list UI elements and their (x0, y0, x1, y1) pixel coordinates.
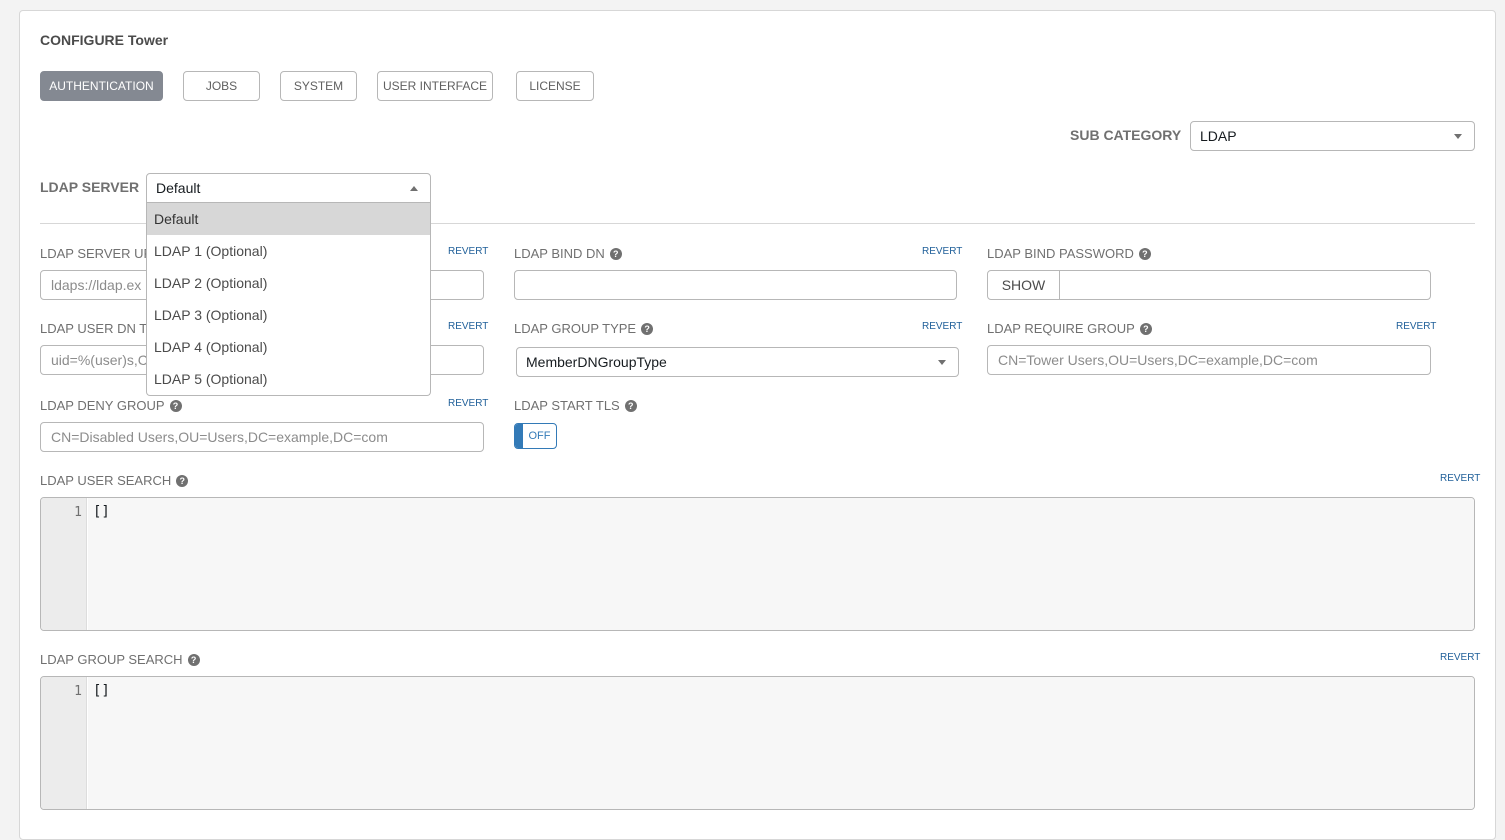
page-title: CONFIGURE Tower (40, 32, 169, 48)
help-icon[interactable]: ? (609, 247, 622, 260)
dropdown-option-ldap-4[interactable]: LDAP 4 (Optional) (147, 331, 430, 363)
dropdown-option-ldap-5[interactable]: LDAP 5 (Optional) (147, 363, 430, 395)
group-type-label: LDAP GROUP TYPE? (514, 321, 654, 336)
bind-dn-label: LDAP BIND DN? (514, 246, 622, 261)
sub-category-label: SUB CATEGORY (1070, 127, 1182, 143)
user-dn-template-label: LDAP USER DN TE (40, 321, 156, 336)
user-search-label: LDAP USER SEARCH? (40, 473, 189, 488)
code-text: [] (93, 683, 110, 699)
group-search-editor[interactable]: 1 [] (40, 676, 1475, 810)
help-icon[interactable]: ? (176, 474, 189, 487)
help-icon[interactable]: ? (1139, 322, 1152, 335)
caret-up-icon (410, 186, 418, 191)
deny-group-label: LDAP DENY GROUP? (40, 398, 182, 413)
deny-group-revert-link[interactable]: REVERT (448, 398, 488, 409)
dropdown-option-ldap-3[interactable]: LDAP 3 (Optional) (147, 299, 430, 331)
bind-dn-input[interactable] (514, 270, 957, 300)
tab-jobs[interactable]: JOBS (183, 71, 260, 101)
server-uri-revert-link[interactable]: REVERT (448, 246, 488, 257)
group-search-label: LDAP GROUP SEARCH? (40, 652, 200, 667)
bind-password-label: LDAP BIND PASSWORD? (987, 246, 1151, 261)
user-dn-template-revert-link[interactable]: REVERT (448, 321, 488, 332)
require-group-revert-link[interactable]: REVERT (1396, 321, 1436, 332)
bind-password-input[interactable] (1059, 270, 1431, 300)
group-type-value: MemberDNGroupType (526, 354, 667, 370)
line-number: 1 (74, 505, 82, 520)
editor-background (88, 677, 1474, 809)
user-search-editor[interactable]: 1 [] (40, 497, 1475, 631)
editor-background (88, 498, 1474, 630)
ldap-server-select[interactable]: Default (146, 173, 431, 203)
group-type-revert-link[interactable]: REVERT (922, 321, 962, 332)
editor-gutter: 1 (41, 498, 87, 630)
sub-category-select[interactable]: LDAP (1190, 121, 1475, 151)
line-number: 1 (74, 684, 82, 699)
deny-group-input[interactable]: CN=Disabled Users,OU=Users,DC=example,DC… (40, 422, 484, 452)
toggle-knob (515, 424, 523, 448)
tab-authentication[interactable]: AUTHENTICATION (40, 71, 163, 101)
help-icon[interactable]: ? (624, 399, 637, 412)
tab-license[interactable]: LICENSE (516, 71, 594, 101)
caret-down-icon (938, 360, 946, 365)
start-tls-toggle[interactable]: OFF (514, 423, 557, 449)
help-icon[interactable]: ? (169, 399, 182, 412)
ldap-server-dropdown: Default LDAP 1 (Optional) LDAP 2 (Option… (146, 203, 431, 396)
dropdown-option-default[interactable]: Default (147, 203, 430, 235)
require-group-input[interactable]: CN=Tower Users,OU=Users,DC=example,DC=co… (987, 345, 1431, 375)
group-type-select[interactable]: MemberDNGroupType (516, 347, 959, 377)
ldap-server-value: Default (156, 180, 201, 196)
dropdown-option-ldap-1[interactable]: LDAP 1 (Optional) (147, 235, 430, 267)
ldap-server-label: LDAP SERVER (40, 179, 140, 195)
code-text: [] (93, 504, 110, 520)
server-uri-label: LDAP SERVER URI (40, 246, 157, 261)
show-password-button[interactable]: SHOW (987, 270, 1060, 300)
tab-user-interface[interactable]: USER INTERFACE (377, 71, 493, 101)
help-icon[interactable]: ? (641, 322, 654, 335)
bind-dn-revert-link[interactable]: REVERT (922, 246, 962, 257)
editor-gutter: 1 (41, 677, 87, 809)
help-icon[interactable]: ? (1138, 247, 1151, 260)
user-search-revert-link[interactable]: REVERT (1440, 473, 1480, 484)
sub-category-value: LDAP (1200, 128, 1237, 144)
toggle-state-text: OFF (528, 430, 551, 442)
dropdown-option-ldap-2[interactable]: LDAP 2 (Optional) (147, 267, 430, 299)
tab-system[interactable]: SYSTEM (280, 71, 357, 101)
require-group-label: LDAP REQUIRE GROUP? (987, 321, 1152, 336)
caret-down-icon (1454, 134, 1462, 139)
help-icon[interactable]: ? (187, 653, 200, 666)
group-search-revert-link[interactable]: REVERT (1440, 652, 1480, 663)
start-tls-label: LDAP START TLS? (514, 398, 637, 413)
